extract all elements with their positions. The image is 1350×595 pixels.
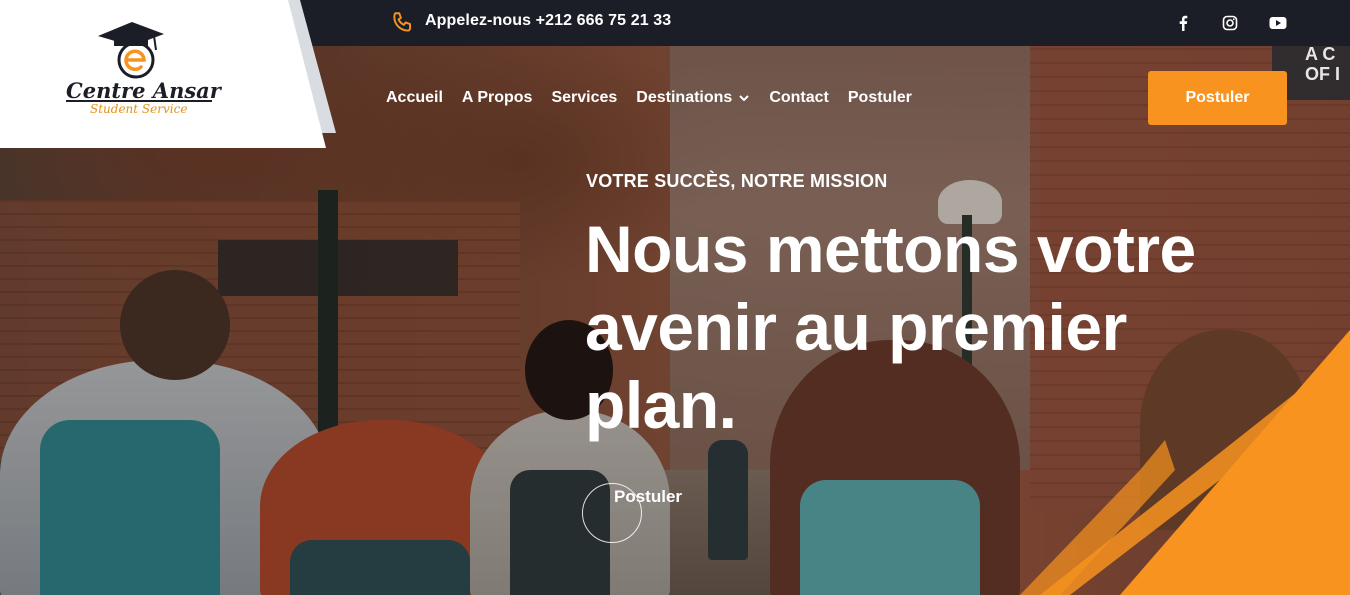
nav-item-contact[interactable]: Contact: [769, 89, 829, 107]
hero-postuler-button[interactable]: Postuler: [614, 487, 682, 507]
main-nav: Accueil A Propos Services Destinations C…: [386, 89, 931, 107]
phone-icon: [393, 12, 412, 32]
hero-tagline: VOTRE SUCCÈS, NOTRE MISSION: [586, 171, 888, 191]
graduation-cap-logo-icon: [98, 22, 164, 79]
nav-item-accueil[interactable]: Accueil: [386, 89, 443, 107]
nav-item-destinations[interactable]: Destinations: [636, 89, 750, 107]
nav-item-postuler[interactable]: Postuler: [848, 89, 912, 107]
nav-item-a-propos[interactable]: A Propos: [462, 89, 533, 107]
postuler-cta-button[interactable]: Postuler: [1148, 71, 1287, 125]
youtube-icon[interactable]: [1267, 12, 1289, 34]
building-sign-text: A C OF I: [1305, 44, 1340, 84]
logo-panel[interactable]: Centre Ansar Student Service: [0, 0, 326, 148]
nav-item-services[interactable]: Services: [551, 89, 617, 107]
chevron-down-icon: [739, 95, 750, 102]
logo-subtitle: Student Service: [90, 102, 188, 116]
facebook-icon[interactable]: [1172, 12, 1194, 34]
instagram-icon[interactable]: [1219, 12, 1241, 34]
nav-item-destinations-label: Destinations: [636, 89, 733, 106]
hero-headline: Nous mettons votre avenir au premier pla…: [585, 212, 1196, 442]
phone-number[interactable]: Appelez-nous +212 666 75 21 33: [425, 12, 671, 30]
